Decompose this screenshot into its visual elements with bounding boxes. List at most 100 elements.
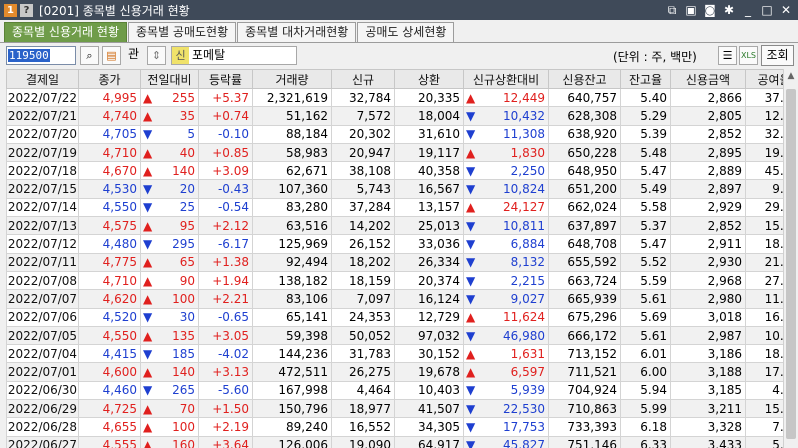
- cell-balance-ratio: 5.59: [620, 270, 671, 291]
- restore-icon[interactable]: ⧉: [664, 2, 680, 18]
- table-row[interactable]: 2022/07/04 4,415 ▼ 185 -4.02 144,236 31,783 30,…: [6, 344, 798, 364]
- cell-change-value: 20: [179, 182, 195, 197]
- screen-number-badge[interactable]: 1: [4, 3, 17, 17]
- cell-change-wrap: ▼ 185: [142, 347, 195, 361]
- col-header[interactable]: 신규: [331, 69, 395, 89]
- cell-rate: -0.54: [198, 197, 253, 218]
- table-row[interactable]: 2022/07/14 4,550 ▼ 25 -0.54 83,280 37,284 13,15…: [6, 197, 798, 218]
- table-row[interactable]: 2022/07/08 4,710 ▲ 90 +1.94 138,182 18,159 20,3…: [6, 270, 798, 291]
- minimize-icon[interactable]: _: [740, 2, 756, 18]
- col-header[interactable]: 상환: [394, 69, 464, 89]
- col-header[interactable]: 잔고율: [620, 69, 671, 89]
- cell-balance-ratio: 6.01: [620, 344, 671, 364]
- cell-volume: 138,182: [252, 270, 332, 291]
- table-row[interactable]: 2022/07/05 4,550 ▲ 135 +3.05 59,398 50,052 97,0…: [6, 325, 798, 346]
- cell-new-vs-repay-wrap: ▲ 1,631: [465, 347, 545, 361]
- table-row[interactable]: 2022/06/27 4,555 ▲ 160 +3.64 126,006 19,090 64,…: [6, 435, 798, 448]
- cell-new-vs-repay-value: 11,308: [503, 127, 545, 142]
- table-row[interactable]: 2022/06/28 4,655 ▲ 100 +2.19 89,240 16,552 34,3…: [6, 417, 798, 437]
- table-row[interactable]: 2022/07/15 4,530 ▼ 20 -0.43 107,360 5,743 16,56…: [6, 179, 798, 199]
- cell-change-value: 25: [179, 200, 195, 215]
- col-header[interactable]: 거래량: [252, 69, 332, 89]
- up-arrow-icon: ▲: [143, 419, 153, 434]
- help-icon[interactable]: ?: [20, 3, 33, 17]
- list-view-icon[interactable]: ☰: [718, 46, 737, 65]
- col-header[interactable]: 결제일: [6, 69, 79, 89]
- cell-close: 4,620: [78, 289, 141, 309]
- cell-rate: +1.50: [198, 399, 253, 419]
- maximize-icon[interactable]: □: [759, 2, 775, 18]
- col-header[interactable]: 등락률: [198, 69, 253, 89]
- cell-balance-ratio: 5.61: [620, 325, 671, 346]
- tab-stock-lending[interactable]: 종목별 대차거래현황: [237, 22, 357, 42]
- table-row[interactable]: 2022/07/21 4,740 ▲ 35 +0.74 51,162 7,572 18,004…: [6, 106, 798, 126]
- table-row[interactable]: 2022/06/29 4,725 ▲ 70 +1.50 150,796 18,977 41,5…: [6, 399, 798, 419]
- scroll-thumb[interactable]: [786, 89, 796, 439]
- cell-rate: +1.94: [198, 270, 253, 291]
- up-arrow-icon: ▲: [466, 90, 476, 105]
- cell-change-wrap: ▲ 70: [142, 402, 195, 416]
- cell-change-wrap: ▼ 20: [142, 182, 195, 197]
- query-button[interactable]: 조회: [761, 45, 794, 66]
- gear-icon[interactable]: ✱: [721, 2, 737, 18]
- stock-code-value[interactable]: 119500: [8, 49, 50, 62]
- cell-date: 2022/06/27: [6, 435, 79, 448]
- interest-button[interactable]: 관: [124, 46, 143, 65]
- stock-list-icon[interactable]: ▤: [102, 46, 121, 65]
- cell-close: 4,530: [78, 179, 141, 199]
- cell-credit-amount: 2,852: [670, 124, 746, 144]
- table-row[interactable]: 2022/07/20 4,705 ▼ 5 -0.10 88,184 20,302 31,610…: [6, 124, 798, 144]
- col-header[interactable]: 신용금액: [670, 69, 746, 89]
- table-row[interactable]: 2022/07/19 4,710 ▲ 40 +0.85 58,983 20,947 19,11…: [6, 142, 798, 163]
- cell-repay: 30,152: [394, 344, 464, 364]
- cell-credit-balance: 666,172: [548, 325, 621, 346]
- table-row[interactable]: 2022/07/06 4,520 ▼ 30 -0.65 65,141 24,353 12,72…: [6, 307, 798, 327]
- table-row[interactable]: 2022/07/18 4,670 ▲ 140 +3.09 62,671 38,108 40,3…: [6, 161, 798, 181]
- cell-credit-balance: 704,924: [548, 380, 621, 401]
- tab-short-selling[interactable]: 종목별 공매도현황: [128, 22, 237, 42]
- table-row[interactable]: 2022/06/30 4,460 ▼ 265 -5.60 167,998 4,464 10,4…: [6, 380, 798, 401]
- cell-new-vs-repay-value: 6,597: [510, 365, 545, 380]
- camera-icon[interactable]: ◙: [702, 2, 718, 18]
- table-row[interactable]: 2022/07/07 4,620 ▲ 100 +2.21 83,106 7,097 16,12…: [6, 289, 798, 309]
- cell-change: ▲ 100: [140, 289, 199, 309]
- cell-close: 4,670: [78, 161, 141, 181]
- table-row[interactable]: 2022/07/22 4,995 ▲ 255 +5.37 2,321,619 32,784 2…: [6, 87, 798, 108]
- tab-short-selling-detail[interactable]: 공매도 상세현황: [357, 22, 455, 42]
- col-header[interactable]: 종가: [78, 69, 141, 89]
- excel-export-icon[interactable]: XLS: [739, 46, 758, 65]
- window-controls: ⧉ ▣ ◙ ✱ _ □ ✕: [664, 2, 794, 18]
- cell-new: 14,202: [331, 216, 395, 236]
- cell-repay: 10,403: [394, 380, 464, 401]
- cell-date: 2022/06/29: [6, 399, 79, 419]
- table-row[interactable]: 2022/07/13 4,575 ▲ 95 +2.12 63,516 14,202 25,01…: [6, 216, 798, 236]
- stock-name: 포메탈: [192, 48, 226, 62]
- col-header[interactable]: 신용잔고: [548, 69, 621, 89]
- cell-close: 4,725: [78, 399, 141, 419]
- col-header[interactable]: 신규상환대비: [463, 69, 549, 89]
- cell-volume: 63,516: [252, 216, 332, 236]
- cell-credit-amount: 2,911: [670, 234, 746, 254]
- save-icon[interactable]: ▣: [683, 2, 699, 18]
- cell-credit-balance: 713,152: [548, 344, 621, 364]
- cell-balance-ratio: 5.52: [620, 252, 671, 272]
- tab-credit-trading[interactable]: 종목별 신용거래 현황: [4, 22, 127, 42]
- vertical-scrollbar[interactable]: ▲: [783, 69, 798, 448]
- cell-balance-ratio: 5.94: [620, 380, 671, 401]
- scroll-up-icon[interactable]: ▲: [786, 71, 796, 81]
- close-icon[interactable]: ✕: [778, 2, 794, 18]
- col-header[interactable]: 전일대비: [140, 69, 199, 89]
- cell-new-vs-repay: ▲ 1,631: [463, 344, 549, 364]
- table-row[interactable]: 2022/07/01 4,600 ▲ 140 +3.13 472,511 26,275 19,…: [6, 362, 798, 382]
- cell-change-wrap: ▼ 295: [142, 237, 195, 251]
- table-row[interactable]: 2022/07/11 4,775 ▲ 65 +1.38 92,494 18,202 26,33…: [6, 252, 798, 272]
- cell-change: ▼ 185: [140, 344, 199, 364]
- search-icon[interactable]: ⌕: [80, 46, 99, 65]
- table-row[interactable]: 2022/07/12 4,480 ▼ 295 -6.17 125,969 26,152 33,…: [6, 234, 798, 254]
- cell-change-value: 265: [172, 383, 195, 398]
- cell-credit-amount: 3,188: [670, 362, 746, 382]
- cell-credit-balance: 640,757: [548, 87, 621, 108]
- tab-bar: 종목별 신용거래 현황 종목별 공매도현황 종목별 대차거래현황 공매도 상세현…: [4, 22, 455, 44]
- updown-icon[interactable]: ⇕: [147, 46, 166, 65]
- stock-code-input[interactable]: 119500: [6, 46, 76, 65]
